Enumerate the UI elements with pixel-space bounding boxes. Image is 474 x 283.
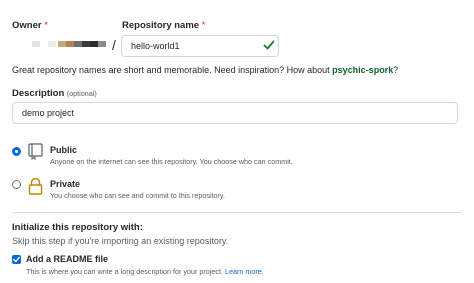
public-option-title: Public [50,145,78,155]
readme-description: This is where you can write a long descr… [26,267,264,276]
description-label-text: Description [12,88,65,99]
check-icon [263,39,275,51]
learn-more-link[interactable]: Learn more. [225,267,264,276]
owner-avatar-pixel [98,41,106,47]
owner-required-mark: * [44,20,48,31]
owner-label: Owner * [12,20,48,31]
private-option-title: Private [50,179,81,189]
repository-name-hint: Great repository names are short and mem… [12,65,398,75]
readme-label[interactable]: Add a README file [26,254,108,264]
private-radio[interactable] [12,180,21,189]
public-radio[interactable] [12,147,21,156]
description-input[interactable] [12,102,458,124]
initialize-subtext: Skip this step if you're importing an ex… [12,236,229,246]
owner-avatar-pixel [66,41,74,47]
owner-repo-separator: / [112,37,116,53]
owner-label-text: Owner [12,20,42,31]
owner-avatar-pixel [48,41,56,47]
readme-description-text: This is where you can write a long descr… [26,267,223,276]
initialize-heading: Initialize this repository with: [12,222,143,233]
description-label: Description (optional) [12,88,97,99]
owner-avatar-pixel [82,41,90,47]
description-optional-tag: (optional) [66,89,97,98]
owner-avatar-pixel [74,41,82,47]
repository-name-input[interactable] [121,35,279,57]
owner-avatar-pixel [32,41,40,47]
repository-name-label-text: Repository name [122,20,200,31]
private-option-description: You choose who can see and commit to thi… [50,191,225,200]
repository-required-mark: * [201,20,206,31]
name-suggestion-link[interactable]: psychic-spork [332,65,393,75]
repository-name-label: Repository name * [122,20,205,31]
owner-selector[interactable] [12,34,110,56]
repo-icon [27,143,44,162]
public-option-description: Anyone on the internet can see this repo… [50,157,293,166]
lock-icon [27,177,44,197]
owner-avatar-pixel [90,41,98,47]
hint-suffix: ? [393,65,399,75]
readme-checkbox[interactable] [12,255,21,264]
hint-text: Great repository names are short and mem… [12,65,333,75]
owner-avatar-pixel [58,41,66,47]
section-divider [12,212,462,213]
